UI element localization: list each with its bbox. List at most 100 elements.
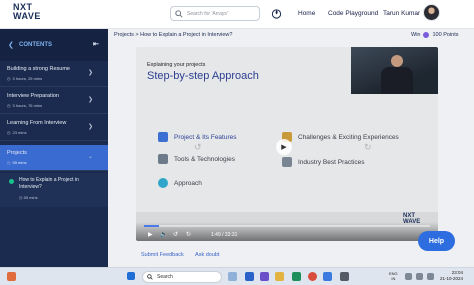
ask-doubt-link[interactable]: Ask doubt bbox=[195, 252, 219, 258]
chevron-right-icon[interactable]: ❯ bbox=[88, 69, 93, 76]
subitem-title: How to Explain a Project in Interview? bbox=[19, 177, 79, 190]
clock-icon: ◷ bbox=[7, 103, 11, 108]
search-icon bbox=[147, 274, 153, 280]
contents-sidebar: ❮ CONTENTS ⇤ Building a strong Resume ◷ 3… bbox=[0, 29, 108, 267]
windows-taskbar: Search ENG IN 23:04 21-10-2024 bbox=[0, 267, 474, 285]
clock-date: 21-10-2024 bbox=[440, 276, 464, 281]
video-slide: Explaining your projects Step-by-step Ap… bbox=[136, 47, 438, 212]
region: IN bbox=[391, 276, 396, 281]
sidebar-title: CONTENTS bbox=[19, 42, 52, 48]
slide-subtitle: Explaining your projects bbox=[147, 62, 206, 68]
search-box[interactable] bbox=[170, 6, 260, 21]
play-icon[interactable]: ▶ bbox=[148, 231, 153, 238]
completed-dot-icon bbox=[9, 179, 14, 184]
slide-item-best-practices: Industry Best Practices bbox=[282, 157, 364, 167]
slide-item-label: Challenges & Exciting Experiences bbox=[298, 133, 399, 141]
speaker-video-inset bbox=[351, 47, 438, 94]
battery-icon[interactable] bbox=[427, 273, 434, 280]
nav-code-playground-link[interactable]: Code Playground bbox=[328, 10, 378, 17]
collapse-sidebar-icon[interactable]: ⇤ bbox=[93, 40, 99, 48]
taskbar-search-label: Search bbox=[157, 274, 173, 280]
file-explorer-icon[interactable] bbox=[275, 272, 284, 281]
user-name[interactable]: Tarun Kumar bbox=[383, 10, 420, 17]
module-duration-row: ◷ 23 mins bbox=[7, 130, 27, 135]
teams-icon[interactable] bbox=[260, 272, 269, 281]
module-duration: 55 mins bbox=[12, 160, 27, 165]
chevron-left-icon[interactable]: ❮ bbox=[8, 41, 14, 49]
forward-10-icon[interactable]: ↻ bbox=[186, 231, 191, 238]
breadcrumb[interactable]: Projects > How to Explain a Project in I… bbox=[114, 32, 232, 38]
speaker-body bbox=[381, 67, 413, 94]
sidebar-module-resume[interactable]: Building a strong Resume ◷ 3 hours, 25 mi… bbox=[0, 61, 108, 87]
taskbar-search[interactable]: Search bbox=[142, 271, 222, 283]
play-overlay-icon[interactable]: ▶ bbox=[276, 139, 292, 155]
taskbar-clock[interactable]: 23:04 21-10-2024 bbox=[440, 270, 463, 282]
rewind-10-icon[interactable]: ↺ bbox=[173, 231, 178, 238]
video-links: Submit Feedback Ask doubt bbox=[141, 252, 230, 258]
chevron-right-icon[interactable]: ❯ bbox=[88, 96, 93, 103]
subitem-duration: 55 mins bbox=[23, 195, 38, 200]
chrome-icon[interactable] bbox=[308, 272, 317, 281]
store-icon[interactable] bbox=[245, 272, 254, 281]
start-icon[interactable] bbox=[127, 272, 135, 280]
module-duration: 3 hours, 76 mins bbox=[12, 103, 43, 108]
search-icon bbox=[175, 9, 183, 18]
sidebar-module-learning[interactable]: Learning From Interview ◷ 23 mins ❯ bbox=[0, 115, 108, 141]
chevron-right-icon[interactable]: ❯ bbox=[88, 123, 93, 130]
sidebar-subitem-explain-project[interactable]: How to Explain a Project in Interview? ◷… bbox=[0, 173, 108, 207]
coin-icon bbox=[423, 32, 430, 38]
module-title: Projects bbox=[7, 150, 27, 156]
points-badge: Win 100 Points bbox=[411, 32, 458, 38]
module-duration-row: ◷ 3 hours, 76 mins bbox=[7, 103, 42, 108]
module-duration: 23 mins bbox=[12, 130, 27, 135]
module-duration-row: ◷ 3 hours, 25 mins bbox=[7, 76, 42, 81]
project-icon bbox=[158, 132, 168, 142]
slide-item-approach: Approach bbox=[158, 178, 202, 188]
terminal-icon[interactable] bbox=[340, 272, 349, 281]
best-practices-icon bbox=[282, 157, 292, 167]
clock-icon: ◷ bbox=[7, 160, 11, 165]
slide-item-tools: Tools & Technologies bbox=[158, 154, 235, 164]
video-progress-bar[interactable] bbox=[144, 225, 430, 227]
nav-home-link[interactable]: Home bbox=[298, 10, 315, 17]
avatar[interactable] bbox=[423, 4, 440, 21]
top-header: NXT WAVE Home Code Playground Tarun Kuma… bbox=[0, 0, 474, 29]
volume-icon[interactable]: 🔈 bbox=[160, 231, 167, 238]
help-button[interactable]: Help bbox=[418, 231, 455, 251]
subitem-duration-row: ◷ 55 mins bbox=[19, 195, 38, 200]
app-icon[interactable] bbox=[323, 272, 332, 281]
sidebar-module-projects[interactable]: Projects ◷ 55 mins ⌄ bbox=[0, 145, 108, 171]
slide-item-label: Project & Its Features bbox=[174, 133, 237, 141]
streak-icon[interactable] bbox=[271, 8, 282, 19]
logo-line-2: WAVE bbox=[13, 11, 41, 21]
slide-item-challenges: Challenges & Exciting Experiences bbox=[282, 132, 399, 142]
widgets-icon[interactable] bbox=[7, 272, 16, 281]
submit-feedback-link[interactable]: Submit Feedback bbox=[141, 252, 184, 258]
slide-item-label: Tools & Technologies bbox=[174, 155, 235, 163]
nxtwave-logo[interactable]: NXT WAVE bbox=[13, 3, 49, 25]
chevron-down-icon[interactable]: ⌄ bbox=[88, 153, 93, 160]
search-input[interactable] bbox=[187, 10, 257, 17]
video-player[interactable]: Explaining your projects Step-by-step Ap… bbox=[136, 47, 438, 241]
module-title: Learning From Interview bbox=[7, 120, 67, 126]
wifi-icon[interactable] bbox=[405, 273, 412, 280]
module-title: Building a strong Resume bbox=[7, 66, 70, 72]
slide-item-label: Industry Best Practices bbox=[298, 158, 365, 166]
sidebar-header: ❮ CONTENTS ⇤ bbox=[0, 29, 108, 61]
module-duration: 3 hours, 25 mins bbox=[12, 76, 43, 81]
module-duration-row: ◷ 55 mins bbox=[7, 160, 27, 165]
sidebar-module-interview-prep[interactable]: Interview Preparation ◷ 3 hours, 76 mins … bbox=[0, 88, 108, 114]
video-controls: ▶ 🔈 ↺ ↻ 1:49 / 33:31 bbox=[136, 222, 438, 241]
edge-icon[interactable] bbox=[292, 272, 301, 281]
language-indicator[interactable]: ENG IN bbox=[389, 271, 398, 281]
main-content: Projects > How to Explain a Project in I… bbox=[108, 29, 474, 267]
win-label: Win bbox=[411, 32, 421, 38]
clock-icon: ◷ bbox=[7, 76, 11, 81]
speaker-head bbox=[391, 55, 403, 67]
points-value: 100 Points bbox=[432, 32, 459, 38]
approach-icon bbox=[158, 178, 168, 188]
task-view-icon[interactable] bbox=[228, 272, 237, 281]
tools-icon bbox=[158, 154, 168, 164]
slide-item-project-features: Project & Its Features bbox=[158, 132, 237, 142]
volume-icon[interactable] bbox=[416, 273, 423, 280]
